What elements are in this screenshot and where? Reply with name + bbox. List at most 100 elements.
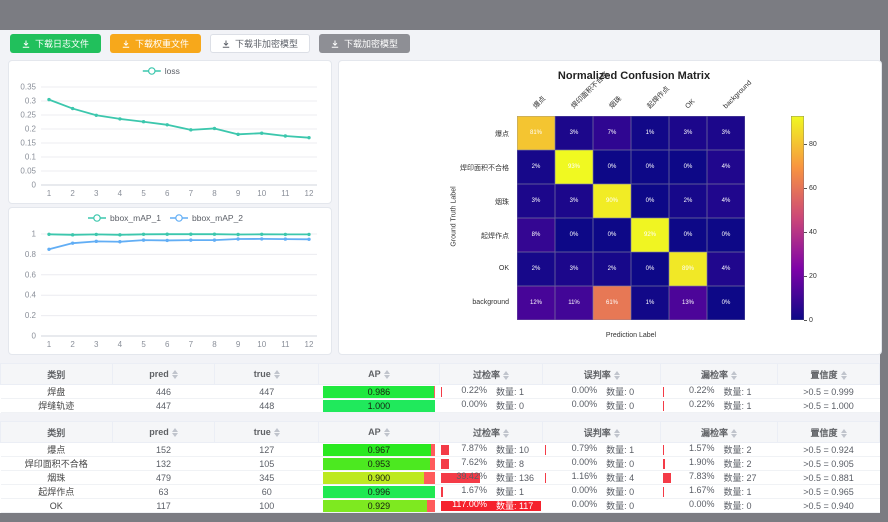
download-icon <box>22 40 30 48</box>
matrix-cell: 92% <box>631 218 669 252</box>
table-row: 焊印面积不合格1321050.9537.62%数量: 80.00%数量: 01.… <box>1 457 880 471</box>
svg-text:7: 7 <box>189 340 194 349</box>
table-row: 烟珠4793450.90039.42%数量: 1361.16%数量: 47.83… <box>1 471 880 485</box>
matrix-cell: 3% <box>555 184 593 218</box>
svg-text:0.6: 0.6 <box>25 270 37 279</box>
matrix-cell: 3% <box>517 184 555 218</box>
matrix-cell: 4% <box>707 184 745 218</box>
matrix-col-label: 起焊作点 <box>646 85 672 111</box>
svg-text:8: 8 <box>212 189 217 198</box>
download-encrypted-model-button[interactable]: 下载加密模型 <box>319 34 410 53</box>
svg-text:0.8: 0.8 <box>25 250 37 259</box>
matrix-col-label: 爆点 <box>532 95 548 111</box>
colorbar <box>791 116 804 320</box>
legend-item[interactable]: loss <box>143 66 180 76</box>
matrix-row-label: 起焊作点 <box>339 231 509 241</box>
sort-icon[interactable] <box>384 370 390 379</box>
col-header-pred[interactable]: pred <box>112 364 215 385</box>
matrix-cell: 0% <box>707 286 745 320</box>
svg-text:11: 11 <box>281 189 290 198</box>
matrix-cell: 0% <box>593 150 631 184</box>
ap-cell: 0.996 <box>319 485 439 499</box>
svg-text:12: 12 <box>305 189 314 198</box>
matrix-cell: 93% <box>555 150 593 184</box>
svg-text:8: 8 <box>212 340 217 349</box>
download-icon <box>222 40 230 48</box>
button-label: 下载权重文件 <box>135 37 189 50</box>
true-cell: 127 <box>215 443 319 457</box>
svg-text:6: 6 <box>165 340 170 349</box>
col-header-mis[interactable]: 误判率 <box>543 422 661 443</box>
col-header-true[interactable]: true <box>215 422 319 443</box>
col-header-over[interactable]: 过检率 <box>439 422 543 443</box>
ap-cell: 0.900 <box>319 471 439 485</box>
download-plain-model-button[interactable]: 下载非加密模型 <box>210 34 310 53</box>
svg-text:0.05: 0.05 <box>20 167 36 176</box>
legend-item[interactable]: bbox_mAP_1 <box>88 213 161 223</box>
matrix-cell: 2% <box>517 252 555 286</box>
sort-icon[interactable] <box>841 429 847 438</box>
col-header-ap[interactable]: AP <box>319 422 439 443</box>
matrix-cell: 0% <box>631 252 669 286</box>
over-rate-cell: 39.42%数量: 136 <box>439 471 543 485</box>
sort-icon[interactable] <box>731 429 737 438</box>
mis-rate-cell: 1.16%数量: 4 <box>543 471 661 485</box>
map-chart: 00.20.40.60.81123456789101112bbox_mAP_1b… <box>9 208 331 354</box>
svg-text:10: 10 <box>257 340 266 349</box>
sort-icon[interactable] <box>841 371 847 380</box>
ap-cell: 0.967 <box>319 443 439 457</box>
sort-icon[interactable] <box>172 428 178 437</box>
col-header-miss[interactable]: 漏检率 <box>661 422 778 443</box>
sort-icon[interactable] <box>384 428 390 437</box>
ap-cell: 1.000 <box>319 399 439 413</box>
class-cell: 起焊作点 <box>1 485 113 499</box>
svg-text:1: 1 <box>47 189 52 198</box>
svg-text:bbox_mAP_2: bbox_mAP_2 <box>192 213 243 223</box>
matrix-y-axis-label: Ground Truth Label <box>451 162 458 272</box>
matrix-cell: 61% <box>593 286 631 320</box>
col-header-pred[interactable]: pred <box>112 422 215 443</box>
col-header-conf[interactable]: 置信度 <box>778 422 880 443</box>
col-header-miss[interactable]: 漏检率 <box>661 364 778 385</box>
table-row: OK1171000.929117.00%数量: 1170.00%数量: 00.0… <box>1 499 880 513</box>
class-cell: OK <box>1 499 113 513</box>
col-header-over[interactable]: 过检率 <box>439 364 543 385</box>
sort-icon[interactable] <box>614 429 620 438</box>
matrix-col-label: background <box>722 79 754 111</box>
matrix-row-label: 烟珠 <box>339 197 509 207</box>
svg-text:5: 5 <box>141 340 146 349</box>
class-cell: 焊印面积不合格 <box>1 457 113 471</box>
sort-icon[interactable] <box>731 371 737 380</box>
sort-icon[interactable] <box>503 429 509 438</box>
loss-chart-svg: 00.050.10.150.20.250.30.3512345678910111… <box>9 61 331 203</box>
col-header-ap[interactable]: AP <box>319 364 439 385</box>
ap-cell: 0.986 <box>319 385 439 399</box>
sort-icon[interactable] <box>614 371 620 380</box>
download-weights-button[interactable]: 下载权重文件 <box>110 34 201 53</box>
svg-text:0.1: 0.1 <box>25 153 37 162</box>
mis-rate-cell: 0.00%数量: 0 <box>543 385 661 399</box>
sort-icon[interactable] <box>503 371 509 380</box>
matrix-row-label: 爆点 <box>339 129 509 139</box>
matrix-cell: 2% <box>669 184 707 218</box>
download-log-button[interactable]: 下载日志文件 <box>10 34 101 53</box>
svg-text:0.4: 0.4 <box>25 291 37 300</box>
col-header-true[interactable]: true <box>215 364 319 385</box>
matrix-cell: 90% <box>593 184 631 218</box>
pred-cell: 479 <box>112 471 215 485</box>
pred-cell: 446 <box>112 385 215 399</box>
sort-icon[interactable] <box>172 370 178 379</box>
loss-chart: 00.050.10.150.20.250.30.3512345678910111… <box>9 61 331 203</box>
sort-icon[interactable] <box>274 428 280 437</box>
col-header-mis[interactable]: 误判率 <box>543 364 661 385</box>
col-header-conf[interactable]: 置信度 <box>778 364 880 385</box>
legend-item[interactable]: bbox_mAP_2 <box>170 213 243 223</box>
sort-icon[interactable] <box>274 370 280 379</box>
svg-text:3: 3 <box>94 340 99 349</box>
over-rate-cell: 1.67%数量: 1 <box>439 485 543 499</box>
class-cell: 焊缝轨迹 <box>1 399 113 413</box>
class-cell: 爆点 <box>1 443 113 457</box>
svg-text:0.2: 0.2 <box>25 311 37 320</box>
matrix-cell: 3% <box>555 252 593 286</box>
matrix-cell: 0% <box>555 218 593 252</box>
